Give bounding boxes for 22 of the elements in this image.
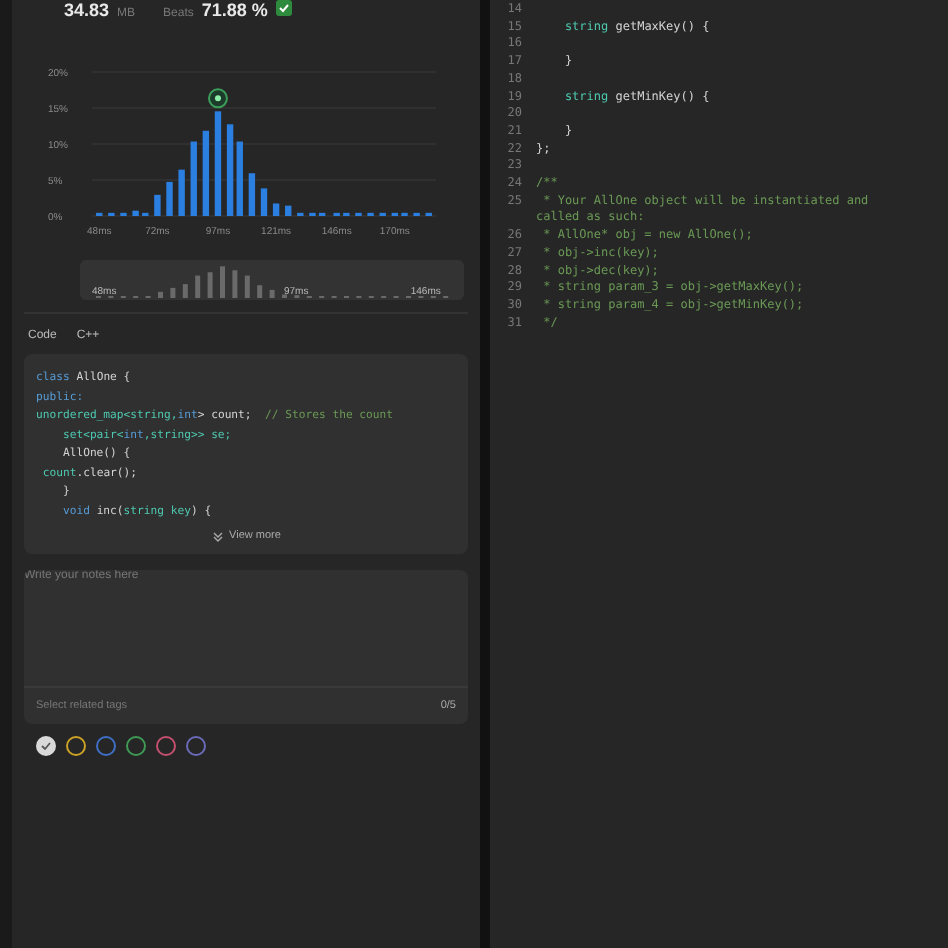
histogram-bar: [272, 203, 280, 216]
check-icon: [275, 0, 292, 16]
check-icon: [40, 740, 52, 752]
color-swatch[interactable]: [186, 736, 206, 756]
highlight-marker: [207, 88, 228, 109]
chevron-down-icon: [211, 530, 224, 542]
histogram-bar: [178, 169, 185, 216]
histogram-bar: [260, 188, 268, 216]
memory-value: 34.83: [64, 0, 110, 20]
histogram-bar: [248, 173, 256, 216]
histogram-bar: [214, 111, 222, 216]
histogram-bar: [190, 141, 197, 216]
color-swatch[interactable]: [156, 736, 176, 756]
color-swatch[interactable]: [66, 736, 86, 756]
histogram-bar: [166, 181, 173, 216]
histogram-bar: [154, 194, 161, 216]
histogram-bar: [132, 210, 139, 216]
histogram-bar: [285, 205, 292, 216]
beats-value: 71.88 %: [201, 0, 268, 20]
color-swatch[interactable]: [126, 736, 146, 756]
histogram-bar: [202, 130, 210, 216]
color-swatch[interactable]: [96, 736, 116, 756]
